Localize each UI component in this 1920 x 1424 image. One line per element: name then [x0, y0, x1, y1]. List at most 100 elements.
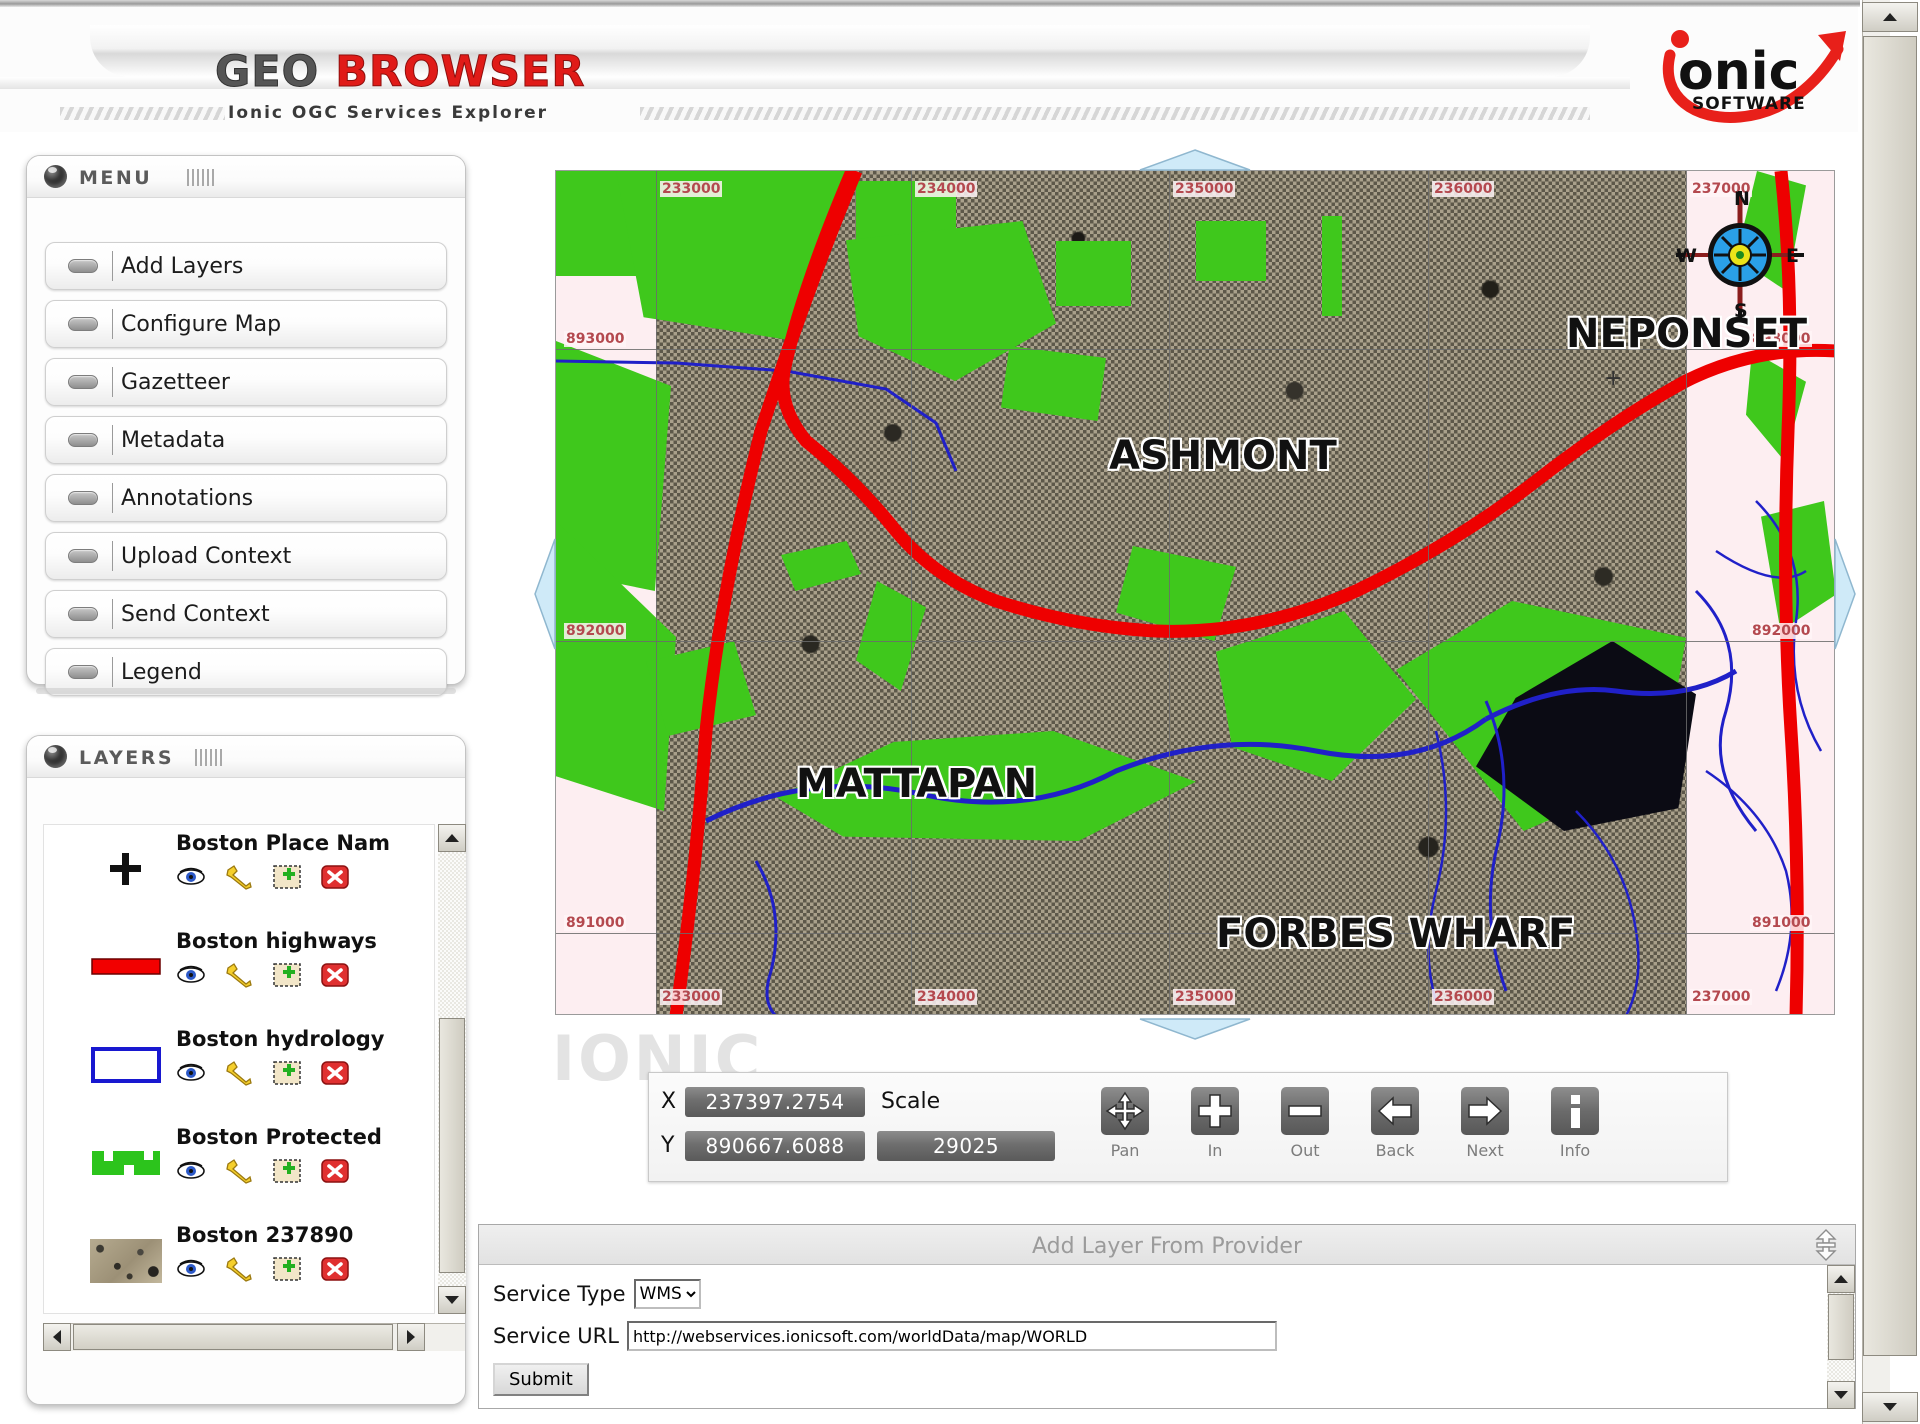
wrench-icon[interactable] [224, 961, 254, 989]
map-grid-label-y: 893000 [564, 331, 627, 347]
table-row[interactable]: Boston 237890 [44, 1217, 434, 1313]
menu-item-annotations[interactable]: Annotations [45, 474, 447, 522]
provider-scroll-thumb[interactable] [1828, 1294, 1854, 1360]
collapse-expand-icon[interactable] [1809, 1228, 1843, 1266]
service-url-label: Service URL [493, 1324, 619, 1348]
tool-caption: In [1207, 1141, 1223, 1160]
map-status-bar: X 237397.2754 Y 890667.6088 Scale 29025 … [648, 1072, 1728, 1182]
eye-icon[interactable] [176, 1157, 206, 1185]
tool-caption: Back [1375, 1141, 1415, 1160]
delete-layer-icon[interactable] [320, 1157, 350, 1185]
svg-text:E: E [1786, 245, 1799, 267]
table-row[interactable]: Boston highways [44, 923, 434, 1021]
map-gridline-horizontal [556, 933, 1834, 934]
provider-scroll-up-button[interactable] [1827, 1265, 1855, 1293]
pan-up-arrow[interactable] [1138, 148, 1252, 176]
menu-item-configure-map[interactable]: Configure Map [45, 300, 447, 348]
chevron-right-icon [407, 1330, 415, 1344]
map-gridline-vertical [1428, 171, 1429, 1014]
menu-item-label: Metadata [121, 427, 226, 453]
wrench-icon[interactable] [224, 863, 254, 891]
pan-left-arrow[interactable] [533, 537, 557, 655]
menu-item-upload-context[interactable]: Upload Context [45, 532, 447, 580]
window-scroll-down-button[interactable] [1862, 1392, 1918, 1422]
eye-icon[interactable] [176, 1255, 206, 1283]
menu-item-metadata[interactable]: Metadata [45, 416, 447, 464]
layers-scroll-up-button[interactable] [438, 824, 466, 852]
svg-text:W: W [1676, 245, 1697, 267]
zoom-to-layer-icon[interactable] [272, 863, 302, 891]
layers-hscroll-thumb[interactable] [73, 1324, 393, 1350]
eye-icon[interactable] [176, 863, 206, 891]
zoom-to-layer-icon[interactable] [272, 1059, 302, 1087]
wrench-icon[interactable] [224, 1059, 254, 1087]
menu-bullet-icon [68, 665, 98, 679]
submit-button[interactable]: Submit [493, 1363, 589, 1396]
svg-text:onic: onic [1678, 42, 1799, 102]
wrench-icon[interactable] [224, 1255, 254, 1283]
eye-icon[interactable] [176, 961, 206, 989]
menu-bullet-icon [68, 549, 98, 563]
delete-layer-icon[interactable] [320, 1255, 350, 1283]
service-url-input[interactable] [626, 1321, 1277, 1351]
zoom-to-layer-icon[interactable] [272, 1157, 302, 1185]
pan-right-arrow[interactable] [1833, 537, 1857, 655]
table-row[interactable]: Boston hydrology [44, 1021, 434, 1119]
tool-pan-button[interactable]: Pan [1097, 1087, 1153, 1160]
provider-scroll-down-button[interactable] [1827, 1381, 1855, 1409]
service-type-select[interactable]: WMS [633, 1279, 701, 1309]
menu-item-send-context[interactable]: Send Context [45, 590, 447, 638]
zoom-out-icon [1281, 1087, 1329, 1135]
tool-zoom-in-button[interactable]: In [1187, 1087, 1243, 1160]
menu-item-label: Add Layers [121, 253, 244, 279]
layer-name: Boston Protected [176, 1125, 382, 1149]
layers-panel-grip[interactable] [195, 749, 223, 766]
zoom-to-layer-icon[interactable] [272, 961, 302, 989]
map-place-label: FORBES WHARF [1216, 911, 1576, 957]
map-grid-label-x: 235000 [1173, 181, 1236, 197]
layer-actions [176, 1255, 350, 1283]
tool-next-button[interactable]: Next [1457, 1087, 1513, 1160]
menu-divider [112, 599, 113, 629]
wrench-icon[interactable] [224, 1157, 254, 1185]
menu-item-label: Gazetteer [121, 369, 230, 395]
eye-icon[interactable] [176, 1059, 206, 1087]
layers-scroll-left-button[interactable] [43, 1323, 71, 1351]
menu-bullet-icon [68, 259, 98, 273]
map-grid-label-x: 236000 [1432, 989, 1495, 1005]
delete-layer-icon[interactable] [320, 863, 350, 891]
panel-orb-icon [44, 165, 67, 188]
svg-text:S: S [1734, 300, 1748, 321]
delete-layer-icon[interactable] [320, 1059, 350, 1087]
map-canvas[interactable]: 233000 234000 235000 236000 237000 23300… [555, 170, 1835, 1015]
menu-item-add-layers[interactable]: Add Layers [45, 242, 447, 290]
layers-scroll-right-button[interactable] [397, 1323, 425, 1351]
menu-item-gazetteer[interactable]: Gazetteer [45, 358, 447, 406]
menu-panel-grip[interactable] [187, 169, 215, 186]
map-place-label: ASHMONT [1109, 433, 1337, 479]
menu-list: Add Layers Configure Map Gazetteer Metad… [45, 242, 447, 706]
tool-info-button[interactable]: Info [1547, 1087, 1603, 1160]
map-gridline-horizontal [556, 641, 1834, 642]
layer-actions [176, 961, 350, 989]
chevron-down-icon [445, 1296, 459, 1304]
window-scroll-up-button[interactable] [1862, 2, 1918, 32]
menu-item-label: Configure Map [121, 311, 282, 337]
map-grid-label-x: 237000 [1690, 989, 1753, 1005]
window-scroll-thumb[interactable] [1863, 36, 1917, 1356]
table-row[interactable]: Boston Place Nam [44, 825, 434, 923]
layers-scroll-thumb[interactable] [439, 1018, 465, 1273]
table-row[interactable]: Boston Protected [44, 1119, 434, 1217]
layer-actions [176, 1059, 350, 1087]
delete-layer-icon[interactable] [320, 961, 350, 989]
pan-down-arrow[interactable] [1138, 1017, 1252, 1045]
window-top-divider [0, 0, 1860, 7]
menu-divider [112, 367, 113, 397]
chevron-up-icon [1834, 1275, 1848, 1283]
layers-scroll-down-button[interactable] [438, 1286, 466, 1314]
svg-text:SOFTWARE: SOFTWARE [1692, 94, 1806, 114]
tool-back-button[interactable]: Back [1367, 1087, 1423, 1160]
map-grid-label-x: 234000 [915, 181, 978, 197]
zoom-to-layer-icon[interactable] [272, 1255, 302, 1283]
tool-zoom-out-button[interactable]: Out [1277, 1087, 1333, 1160]
